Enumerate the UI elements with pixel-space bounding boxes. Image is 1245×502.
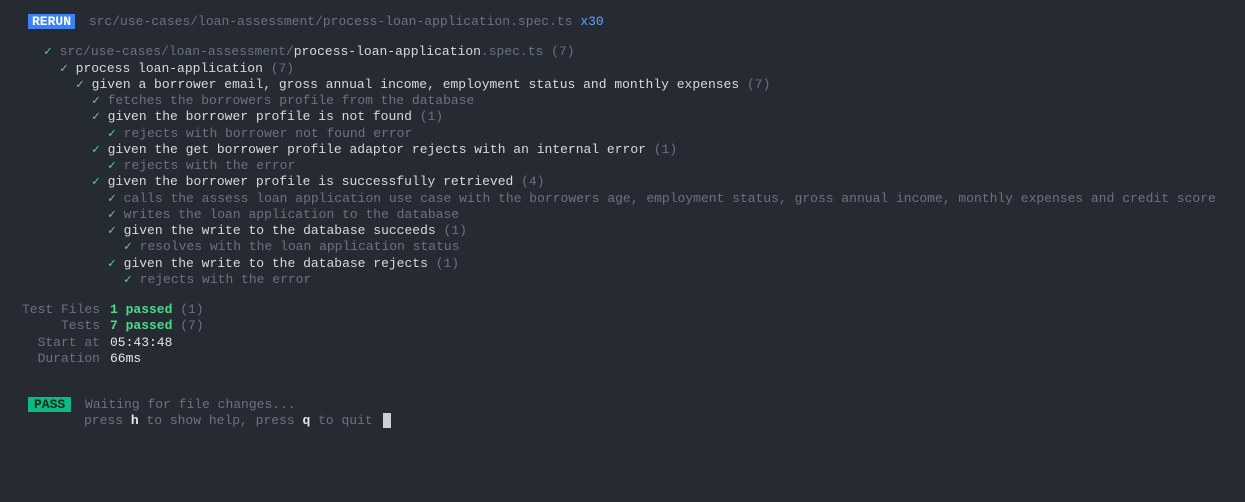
test-case: ✓ rejects with the error <box>0 158 1245 174</box>
test-case: ✓ calls the assess loan application use … <box>0 191 1245 207</box>
check-icon: ✓ <box>124 272 140 287</box>
file-path-line: ✓ src/use-cases/loan-assessment/process-… <box>0 44 1245 60</box>
check-icon: ✓ <box>108 126 124 141</box>
summary-test-files: Test Files 1 passed (1) <box>0 302 1245 318</box>
check-icon: ✓ <box>44 44 60 59</box>
suite-inner: ✓ given the write to the database succee… <box>0 223 1245 239</box>
check-icon: ✓ <box>124 239 140 254</box>
watch-status: PASS Waiting for file changes... <box>0 397 1245 413</box>
suite-inner: ✓ given the write to the database reject… <box>0 256 1245 272</box>
summary-duration: Duration 66ms <box>0 351 1245 367</box>
check-icon: ✓ <box>92 93 108 108</box>
cursor-icon <box>383 413 391 428</box>
suite-inner: ✓ given the borrower profile is not foun… <box>0 109 1245 125</box>
suite-root: ✓ process loan-application (7) <box>0 61 1245 77</box>
test-case: ✓ resolves with the loan application sta… <box>0 239 1245 255</box>
rerun-badge: RERUN <box>28 14 75 29</box>
check-icon: ✓ <box>92 174 108 189</box>
suite-inner: ✓ given the get borrower profile adaptor… <box>0 142 1245 158</box>
check-icon: ✓ <box>76 77 92 92</box>
check-icon: ✓ <box>92 109 108 124</box>
help-key[interactable]: h <box>131 413 139 428</box>
rerun-count: x30 <box>580 14 603 29</box>
test-case: ✓ writes the loan application to the dat… <box>0 207 1245 223</box>
check-icon: ✓ <box>108 191 124 206</box>
check-icon: ✓ <box>108 223 124 238</box>
summary-start: Start at 05:43:48 <box>0 335 1245 351</box>
rerun-file: src/use-cases/loan-assessment/process-lo… <box>89 14 573 29</box>
rerun-line: RERUN src/use-cases/loan-assessment/proc… <box>0 14 1245 30</box>
check-icon: ✓ <box>108 158 124 173</box>
test-case: ✓ fetches the borrowers profile from the… <box>0 93 1245 109</box>
summary-block: Test Files 1 passed (1) Tests 7 passed (… <box>0 302 1245 367</box>
check-icon: ✓ <box>108 256 124 271</box>
pass-badge: PASS <box>28 397 71 412</box>
watch-hint: press h to show help, press q to quit <box>0 413 1245 429</box>
check-icon: ✓ <box>108 207 124 222</box>
suite-given: ✓ given a borrower email, gross annual i… <box>0 77 1245 93</box>
suite-inner: ✓ given the borrower profile is successf… <box>0 174 1245 190</box>
summary-tests: Tests 7 passed (7) <box>0 318 1245 334</box>
test-case: ✓ rejects with the error <box>0 272 1245 288</box>
check-icon: ✓ <box>60 61 76 76</box>
check-icon: ✓ <box>92 142 108 157</box>
test-case: ✓ rejects with borrower not found error <box>0 126 1245 142</box>
